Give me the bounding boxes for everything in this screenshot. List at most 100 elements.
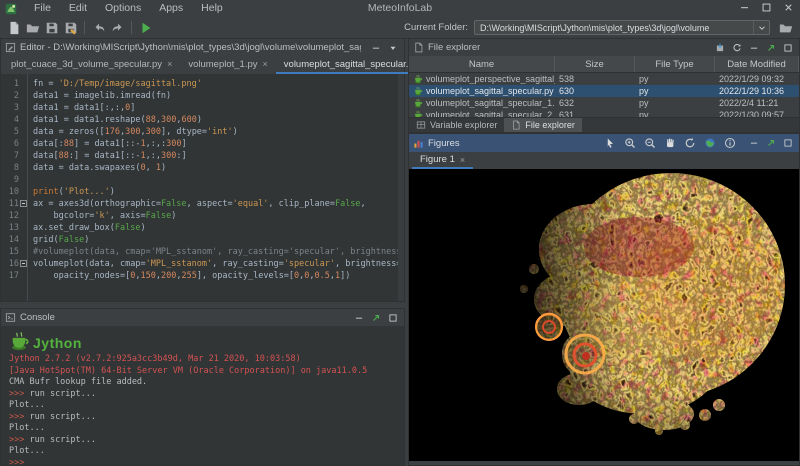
figure-canvas[interactable] (409, 169, 799, 461)
code-editor[interactable]: 1234567891011121314151617 fn = 'D:/Temp/… (1, 74, 404, 301)
save-icon (45, 21, 59, 35)
console-float-button[interactable] (369, 311, 383, 325)
file-date-cell: 2022/1/29 10:36 (715, 86, 799, 96)
save-as-button[interactable] (61, 19, 80, 37)
maximize-icon (783, 43, 793, 53)
save-button[interactable] (42, 19, 61, 37)
code-line: data1 = imagelib.imread(fn) (33, 90, 404, 102)
editor-tab-2[interactable]: volumeplot_1.py× (180, 56, 275, 74)
close-icon[interactable]: × (167, 59, 172, 69)
open-folder-button[interactable] (23, 19, 42, 37)
table-row[interactable]: volumeplot_sagittal_specular.py630py2022… (409, 85, 799, 97)
file-explorer-float-button[interactable] (764, 41, 778, 55)
pan-button[interactable] (663, 137, 676, 150)
undo-button[interactable] (89, 19, 108, 37)
maximize-icon (388, 313, 398, 323)
console-minimize-button[interactable] (352, 311, 366, 325)
app-logo-icon (5, 3, 17, 15)
cursor-button[interactable] (603, 137, 616, 150)
menu-file[interactable]: File (25, 0, 60, 17)
file-explorer-maximize-button[interactable] (781, 41, 795, 55)
code-line: fn = 'D:/Temp/image/sagittal.png' (33, 78, 404, 90)
minimize-icon (749, 138, 759, 148)
figures-float-button[interactable] (764, 136, 778, 150)
window-minimize-button[interactable] (738, 1, 751, 14)
zoom-out-icon (644, 137, 656, 149)
zoom-out-button[interactable] (643, 137, 656, 150)
current-folder-label: Current Folder: (404, 22, 468, 33)
zoom-in-button[interactable] (623, 137, 636, 150)
file-name-cell: volumeplot_perspective_sagittal_sp... (409, 74, 555, 84)
import-icon (715, 43, 725, 53)
table-row[interactable]: volumeplot_sagittal_specular_1.py632py20… (409, 97, 799, 109)
rotate-button[interactable] (683, 137, 696, 150)
line-number: 17 (1, 270, 27, 282)
menu-help[interactable]: Help (192, 0, 232, 17)
console-line: >>> (9, 458, 404, 466)
code-line: data = data.swapaxes(0, 1) (33, 162, 404, 174)
console-line: >>> run script... (9, 389, 404, 401)
volume-render-figure (409, 169, 799, 461)
chevron-down-icon[interactable] (753, 21, 769, 34)
table-row[interactable]: volumeplot_perspective_sagittal_sp...538… (409, 73, 799, 85)
column-header-name[interactable]: Name (409, 56, 555, 72)
maximize-icon (783, 138, 793, 148)
figures-header: Figures (409, 134, 799, 152)
info-button[interactable] (723, 137, 736, 150)
globe-button[interactable] (703, 137, 716, 150)
editor-tab-label: volumeplot_sagittal_specular.py (284, 59, 419, 70)
current-folder-combobox[interactable]: D:\Working\MIScript\Jython\mis\plot_type… (474, 20, 770, 35)
console-maximize-button[interactable] (386, 311, 400, 325)
app-window: FileEditOptionsAppsHelp MeteoInfoLab Cur… (0, 0, 800, 466)
line-number: 5 (1, 126, 27, 138)
tab-figure-1[interactable]: Figure 1 × (412, 152, 473, 169)
column-header-file-type[interactable]: File Type (635, 56, 715, 72)
variable-explorer-icon (416, 120, 426, 130)
zoom-in-icon (624, 137, 636, 149)
close-icon[interactable]: × (263, 59, 268, 69)
close-icon (783, 2, 794, 13)
tab-file-explorer[interactable]: File explorer (504, 118, 582, 132)
globe-icon (704, 137, 716, 149)
fold-marker-icon[interactable] (20, 260, 27, 267)
menu-apps[interactable]: Apps (150, 0, 192, 17)
window-close-button[interactable] (782, 1, 795, 14)
console-line: Jython 2.7.2 (v2.7.2:925a3cc3b49d, Mar 2… (9, 354, 404, 366)
window-controls (738, 1, 795, 14)
py-file-icon (413, 86, 423, 96)
window-title: MeteoInfoLab (368, 0, 432, 17)
menu-options[interactable]: Options (96, 0, 150, 17)
menu-bar: FileEditOptionsAppsHelp MeteoInfoLab (0, 0, 800, 17)
editor-dropdown-arrow-button[interactable] (386, 41, 400, 55)
window-maximize-button[interactable] (760, 1, 773, 14)
run-icon (139, 21, 153, 35)
column-header-size[interactable]: Size (555, 56, 635, 72)
new-file-button[interactable] (4, 19, 23, 37)
console-panel-header: Console (1, 309, 404, 326)
file-explorer-minimize-button[interactable] (747, 41, 761, 55)
console-output[interactable]: Jython Jython 2.7.2 (v2.7.2:925a3cc3b49d… (1, 326, 404, 465)
tab-variable-explorer[interactable]: Variable explorer (409, 118, 504, 132)
menu-edit[interactable]: Edit (60, 0, 96, 17)
column-header-date-modified[interactable]: Date Modified (715, 56, 799, 72)
line-number: 1 (1, 78, 27, 90)
browse-folder-button[interactable] (776, 19, 795, 37)
file-size-cell: 538 (555, 74, 635, 84)
minimize-icon (749, 43, 759, 53)
file-explorer-icon (511, 120, 521, 130)
file-explorer-import-button[interactable] (713, 41, 727, 55)
line-number: 16 (1, 258, 27, 270)
fold-marker-icon[interactable] (20, 200, 27, 207)
file-explorer-refresh-button[interactable] (730, 41, 744, 55)
editor-minimize-button[interactable] (369, 41, 383, 55)
code-line: grid(False) (33, 234, 404, 246)
figures-minimize-button[interactable] (747, 136, 761, 150)
editor-scrollbar[interactable] (398, 74, 404, 301)
main-menu: FileEditOptionsAppsHelp (25, 0, 232, 17)
editor-tab-1[interactable]: plot_cuace_3d_volume_specular.py× (3, 56, 180, 74)
code-line: data[88:] = data1[::-1,:,300:] (33, 150, 404, 162)
close-icon[interactable]: × (460, 155, 465, 165)
redo-button[interactable] (108, 19, 127, 37)
figures-maximize-button[interactable] (781, 136, 795, 150)
run-button[interactable] (136, 19, 155, 37)
